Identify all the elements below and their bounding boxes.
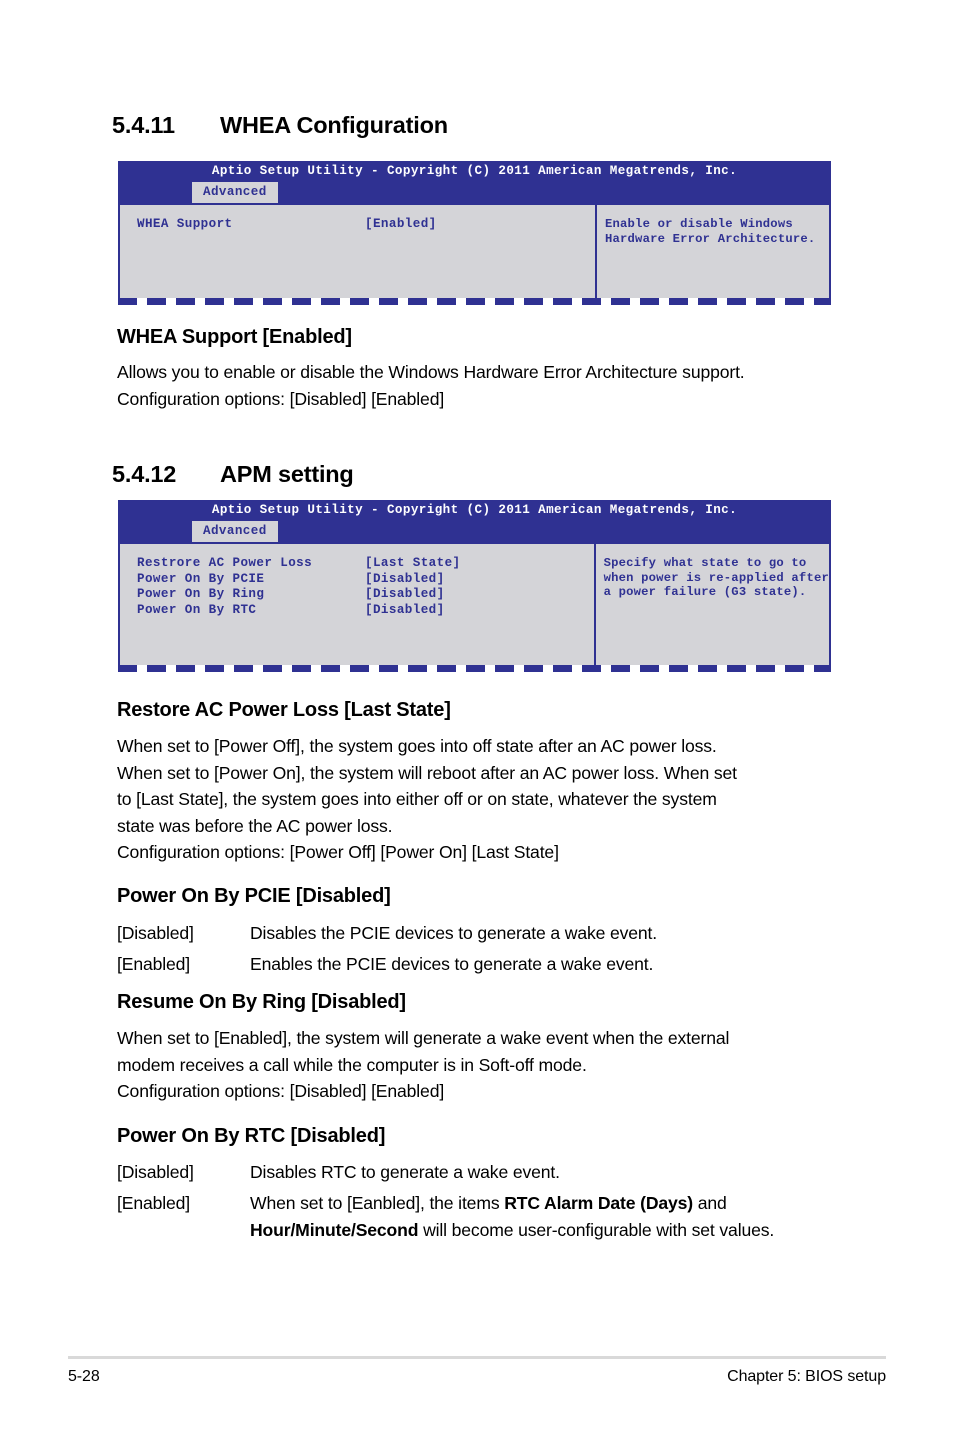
- bios-screenshot-whea: Aptio Setup Utility - Copyright (C) 2011…: [118, 161, 831, 305]
- bios-bottom-dashed-edge: [118, 298, 831, 305]
- bios-setting-row[interactable]: Power On By PCIE [Disabled]: [137, 572, 594, 588]
- bios-setting-value: [Disabled]: [365, 571, 445, 586]
- section-title: WHEA Configuration: [220, 112, 448, 138]
- subheading-power-on-by-rtc: Power On By RTC [Disabled]: [117, 1125, 386, 1147]
- definition-description: When set to [Eanbled], the items RTC Ala…: [250, 1190, 885, 1243]
- definition-row-pcie-enabled: [Enabled] Enables the PCIE devices to ge…: [117, 951, 877, 978]
- bios-help-line: Hardware Error Architecture.: [605, 231, 816, 246]
- footer-divider: [68, 1356, 886, 1359]
- paragraph-line: to [Last State], the system goes into ei…: [117, 789, 717, 809]
- definition-description: Enables the PCIE devices to generate a w…: [250, 954, 654, 974]
- paragraph-line: Allows you to enable or disable the Wind…: [117, 362, 745, 382]
- desc-text-part-1: When set to [Eanbled], the items: [250, 1193, 505, 1213]
- footer-page-number: 5-28: [68, 1368, 100, 1385]
- paragraph-line: Configuration options: [Disabled] [Enabl…: [117, 1081, 445, 1101]
- definition-description: Disables the PCIE devices to generate a …: [250, 923, 658, 943]
- document-page: 5.4.11 WHEA Configuration Aptio Setup Uti…: [0, 0, 954, 1438]
- bios-setting-value: [Disabled]: [365, 587, 445, 601]
- desc-text-part-3: will become user-configurable with set v…: [418, 1219, 775, 1240]
- bios-help-line: a power failure (G3 state).: [603, 585, 807, 599]
- desc-text-part-2: and: [693, 1193, 727, 1213]
- bios-setting-row[interactable]: Power On By RTC [Disabled]: [137, 603, 594, 619]
- paragraph-line: Configuration options: [Disabled] [Enabl…: [117, 388, 445, 409]
- paragraph-line: state was before the AC power loss.: [117, 815, 393, 836]
- section-number: 5.4.11: [112, 112, 175, 138]
- bios-copyright-title: Aptio Setup Utility - Copyright (C) 2011…: [211, 503, 738, 517]
- bios-setting-label: Power On By RTC: [137, 602, 257, 617]
- section-heading-5-4-12: 5.4.12 APM setting: [112, 461, 872, 488]
- section-heading-5-4-11: 5.4.11 WHEA Configuration: [112, 112, 872, 139]
- subheading-restore-ac-power-loss: Restore AC Power Loss [Last State]: [117, 699, 451, 721]
- bios-setting-label: Power On By PCIE: [137, 571, 265, 586]
- bios-header-bar: Aptio Setup Utility - Copyright (C) 2011…: [118, 500, 831, 542]
- paragraph-line: modem receives a call while the computer…: [117, 1054, 587, 1075]
- definition-description: Disables RTC to generate a wake event.: [250, 1162, 560, 1182]
- paragraph-line: When set to [Power On], the system will …: [117, 762, 737, 783]
- bios-help-pane: Enable or disable Windows Hardware Error…: [597, 203, 829, 298]
- paragraph-line: When set to [Power Off], the system goes…: [117, 736, 717, 756]
- bios-screenshot-apm: Aptio Setup Utility - Copyright (C) 2011…: [118, 500, 831, 672]
- paragraph-resume-on-by-ring: When set to [Enabled], the system will g…: [117, 1025, 877, 1105]
- desc-bold-hour-minute-second: Hour/Minute/Second: [250, 1219, 419, 1240]
- paragraph-restore-ac-power-loss: When set to [Power Off], the system goes…: [117, 733, 877, 866]
- definition-term: [Enabled]: [117, 1193, 190, 1213]
- paragraph-line: Configuration options: [Power Off] [Powe…: [117, 842, 559, 862]
- bios-tab-advanced[interactable]: Advanced: [192, 521, 278, 542]
- bios-setting-value: [Enabled]: [365, 217, 437, 231]
- bios-setting-value: [Last State]: [365, 556, 461, 570]
- footer-chapter-label: Chapter 5: BIOS setup: [727, 1368, 886, 1385]
- bios-header-bar: Aptio Setup Utility - Copyright (C) 2011…: [118, 161, 831, 203]
- bios-setting-row[interactable]: Restrore AC Power Loss [Last State]: [137, 556, 594, 572]
- bios-help-line: when power is re-applied after: [603, 570, 829, 585]
- section-title: APM setting: [220, 461, 354, 487]
- section-number: 5.4.12: [112, 461, 177, 487]
- bios-help-line: Enable or disable Windows: [605, 217, 793, 231]
- definition-term: [Disabled]: [117, 1162, 194, 1182]
- bios-help-line: Specify what state to go to: [603, 556, 807, 570]
- bios-settings-pane: WHEA Support [Enabled]: [120, 203, 597, 298]
- subheading-whea-support: WHEA Support [Enabled]: [117, 326, 352, 348]
- definition-term: [Enabled]: [117, 954, 190, 974]
- subheading-power-on-by-pcie: Power On By PCIE [Disabled]: [117, 885, 391, 907]
- bios-setting-row[interactable]: WHEA Support [Enabled]: [137, 217, 595, 233]
- bios-setting-label: Restrore AC Power Loss: [137, 556, 313, 570]
- definition-row-rtc-disabled: [Disabled] Disables RTC to generate a wa…: [117, 1159, 877, 1186]
- subheading-resume-on-by-ring: Resume On By Ring [Disabled]: [117, 991, 406, 1013]
- bios-settings-pane: Restrore AC Power Loss [Last State] Powe…: [120, 542, 596, 665]
- definition-row-rtc-enabled: [Enabled] When set to [Eanbled], the ite…: [117, 1190, 885, 1243]
- bios-bottom-dashed-edge: [118, 665, 831, 672]
- paragraph-whea-support: Allows you to enable or disable the Wind…: [117, 359, 877, 412]
- paragraph-line: When set to [Enabled], the system will g…: [117, 1028, 730, 1048]
- bios-setting-label: WHEA Support: [137, 217, 233, 231]
- bios-setting-label: Power On By Ring: [137, 587, 265, 601]
- bios-body: Restrore AC Power Loss [Last State] Powe…: [118, 542, 831, 665]
- definition-row-pcie-disabled: [Disabled] Disables the PCIE devices to …: [117, 920, 877, 947]
- bios-copyright-title: Aptio Setup Utility - Copyright (C) 2011…: [211, 164, 738, 178]
- bios-setting-row[interactable]: Power On By Ring [Disabled]: [137, 587, 594, 603]
- definition-term: [Disabled]: [117, 923, 194, 943]
- bios-body: WHEA Support [Enabled] Enable or disable…: [118, 203, 831, 298]
- bios-tab-advanced[interactable]: Advanced: [192, 182, 278, 203]
- bios-help-pane: Specify what state to go to when power i…: [595, 542, 829, 665]
- bios-setting-value: [Disabled]: [365, 602, 445, 617]
- desc-bold-rtc-alarm-date: RTC Alarm Date (Days): [504, 1193, 694, 1213]
